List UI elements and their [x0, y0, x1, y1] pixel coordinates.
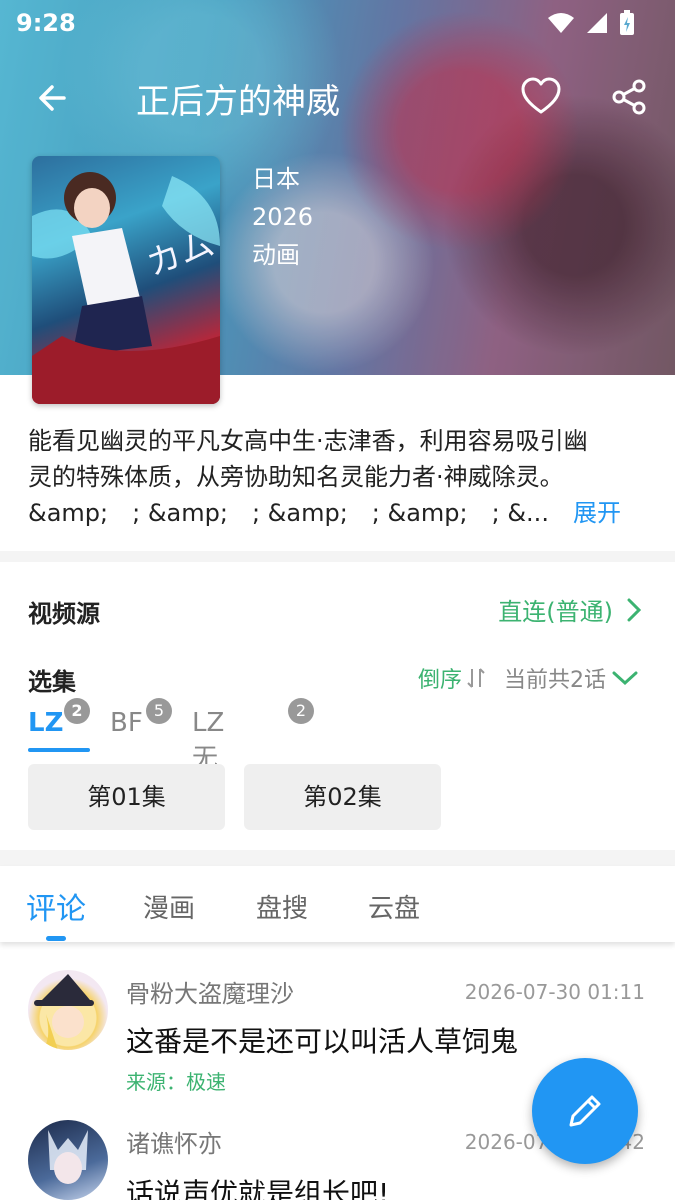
comment-username[interactable]: 骨粉大盗魔理沙 — [126, 974, 294, 1009]
pencil-icon — [569, 1095, 601, 1127]
cover-image[interactable]: カム — [32, 156, 220, 404]
avatar-image — [48, 1130, 88, 1184]
comment-tabs: 评论 漫画 盘搜 云盘 — [0, 866, 675, 942]
status-bar: 9:28 — [0, 0, 675, 46]
active-tab-underline — [28, 748, 90, 752]
meta-country: 日本 — [252, 165, 300, 193]
comment-text: 这番是不是还可以叫活人草饲鬼 — [126, 1025, 519, 1058]
line-tab-bf[interactable]: BF 5 — [110, 698, 172, 738]
top-app-bar: 正后方的神威 — [0, 60, 675, 136]
source-selector[interactable]: 直连(普通) — [498, 592, 641, 627]
status-icons — [547, 10, 635, 36]
line-tab-lz[interactable]: LZ 2 — [28, 698, 90, 752]
comment-username[interactable]: 诸谯怀亦 — [126, 1124, 222, 1159]
avatar[interactable] — [28, 1120, 108, 1200]
description-line-3: &amp; ; &amp; ; &amp; ; &amp; ; &... 展开 — [28, 495, 648, 531]
tab-cloud-drive[interactable]: 云盘 — [368, 888, 420, 925]
meta-year: 2026 — [252, 203, 314, 231]
favorite-heart-icon[interactable] — [520, 76, 562, 118]
comment-text: 话说声优就是组长吧! — [126, 1177, 390, 1200]
source-episodes-card: 视频源 直连(普通) 选集 倒序 当前共2话 LZ 2 BF 5 LZ无广 2 … — [0, 562, 675, 850]
sort-order-label: 倒序 — [418, 668, 463, 693]
comment-time: 2026-07-30 01:11 — [464, 980, 645, 1004]
avatar-image — [34, 974, 94, 1050]
tab-comments[interactable]: 评论 — [26, 884, 86, 928]
source-value: 直连(普通) — [498, 598, 613, 626]
episodes-label: 选集 — [28, 668, 76, 696]
episode-button-2[interactable]: 第02集 — [244, 764, 441, 830]
wifi-icon — [548, 13, 574, 33]
chevron-down-icon — [612, 671, 638, 686]
active-tab-indicator — [46, 936, 66, 941]
description-line-2: 灵的特殊体质，从旁协助知名灵能力者·神威除灵。 — [28, 463, 564, 491]
episode-count-toggle[interactable]: 当前共2话 — [504, 662, 638, 694]
battery-icon — [620, 10, 634, 35]
count-badge: 5 — [146, 698, 172, 724]
write-comment-button[interactable] — [532, 1058, 638, 1164]
meta-type: 动画 — [252, 241, 300, 269]
count-badge: 2 — [64, 698, 90, 724]
signal-icon — [587, 13, 607, 33]
count-badge: 2 — [288, 698, 314, 724]
episode-button-1[interactable]: 第01集 — [28, 764, 225, 830]
sort-icon — [467, 668, 485, 688]
tab-pan-search[interactable]: 盘搜 — [256, 888, 308, 925]
status-time: 9:28 — [16, 9, 76, 37]
description-text: 能看见幽灵的平凡女高中生·志津香，利用容易吸引幽 灵的特殊体质，从旁协助知名灵能… — [28, 423, 648, 531]
expand-link[interactable]: 展开 — [573, 499, 621, 527]
tab-manga[interactable]: 漫画 — [143, 888, 195, 925]
share-icon[interactable] — [610, 78, 648, 116]
description-line-3-text: &amp; ; &amp; ; &amp; ; &amp; ; &... — [28, 499, 549, 527]
back-arrow-icon[interactable] — [32, 78, 72, 118]
comment-source: 来源：极速 — [126, 1070, 226, 1094]
anime-meta: 日本 2026 动画 — [252, 160, 313, 274]
chevron-right-icon — [627, 598, 641, 621]
cover-artwork: カム — [32, 172, 220, 404]
avatar[interactable] — [28, 970, 108, 1050]
sort-order-button[interactable]: 倒序 — [418, 662, 486, 694]
svg-text:カム: カム — [141, 224, 219, 285]
description-line-1: 能看见幽灵的平凡女高中生·志津香，利用容易吸引幽 — [28, 427, 588, 455]
source-label: 视频源 — [28, 600, 100, 628]
episode-count-label: 当前共2话 — [504, 668, 606, 693]
page-title: 正后方的神威 — [136, 82, 340, 122]
line-tab-label: BF — [110, 708, 143, 738]
line-tab-label: LZ — [28, 708, 64, 738]
